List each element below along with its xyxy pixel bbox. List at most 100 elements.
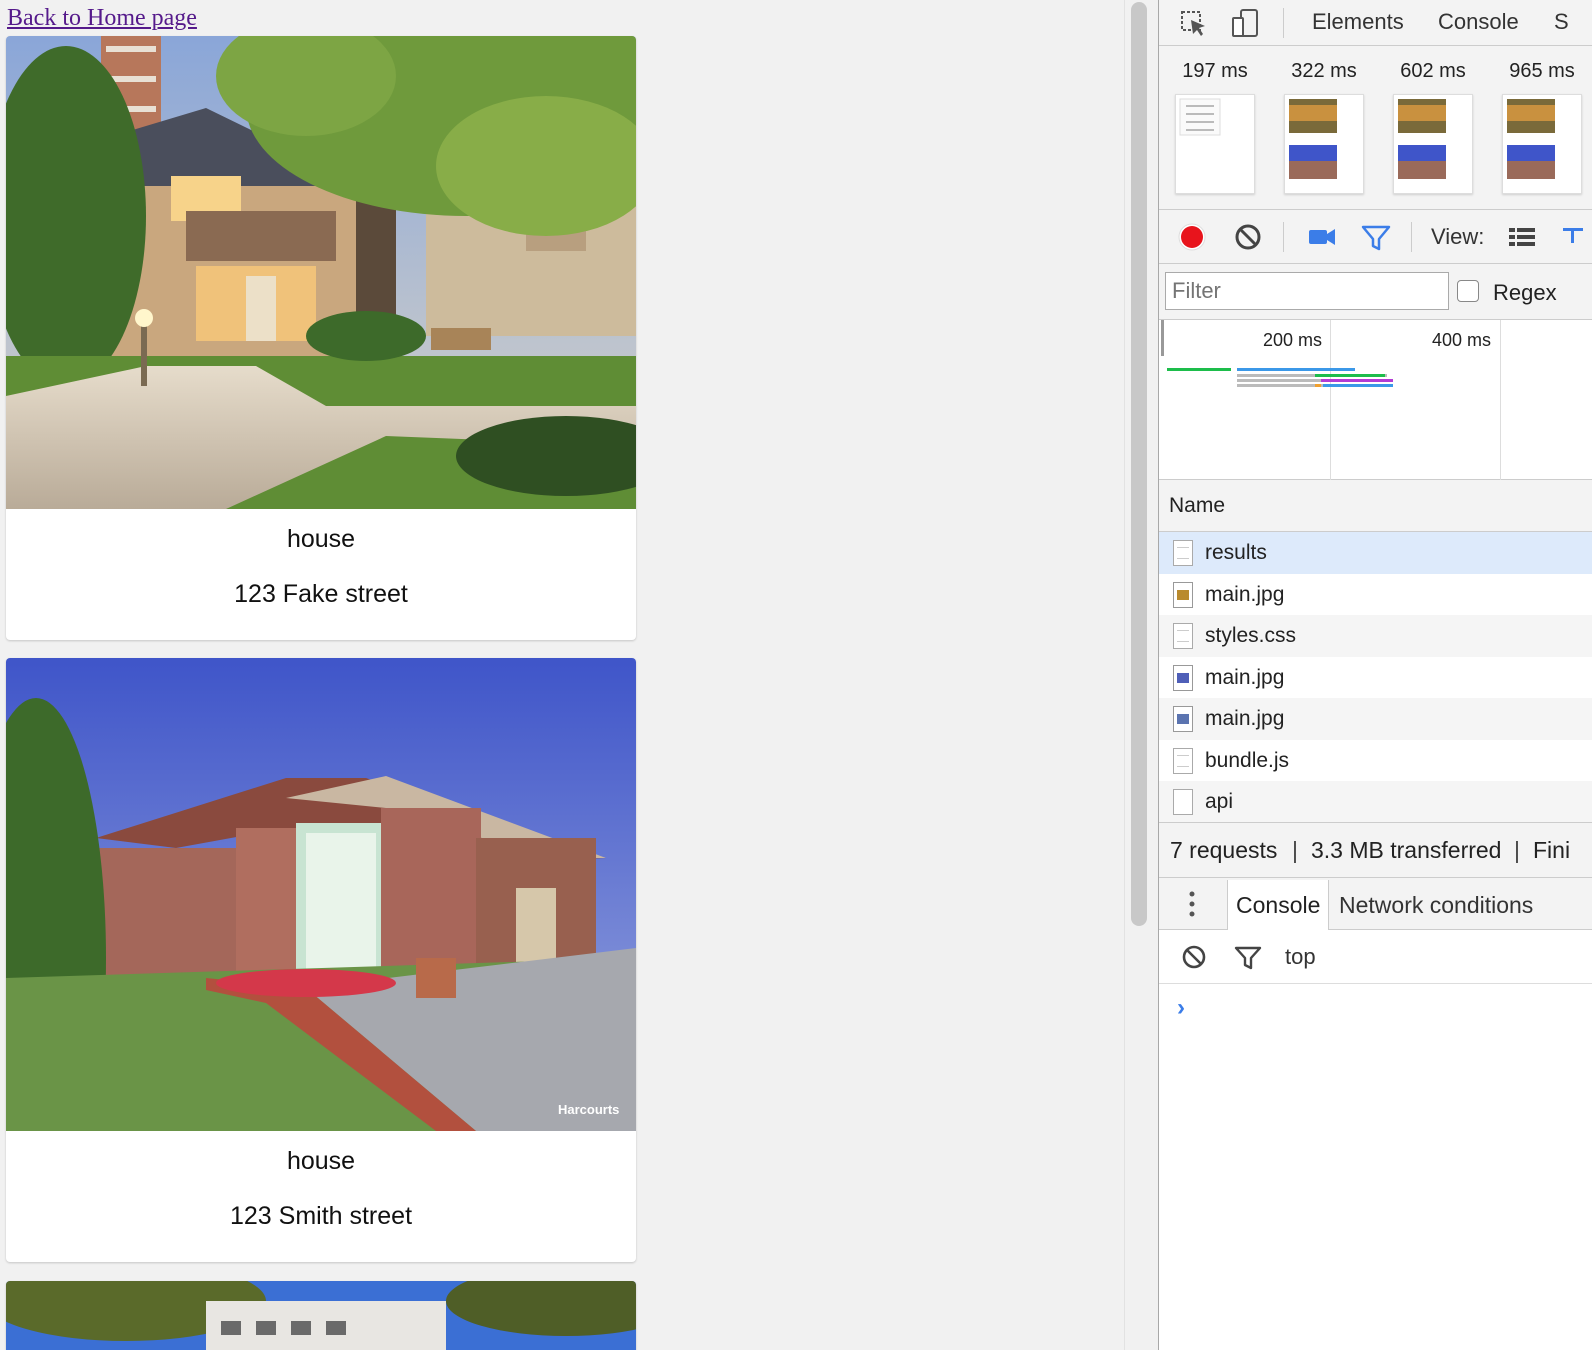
network-overview[interactable]: 200 ms 400 ms (1159, 320, 1592, 480)
screenshot-filmstrip: 197 ms 322 ms 602 ms 965 ms (1159, 46, 1592, 210)
filmstrip-frame[interactable]: 602 ms (1385, 46, 1481, 194)
view-label: View: (1431, 224, 1485, 249)
capture-screenshots-icon[interactable] (1305, 220, 1339, 254)
finish-time: Fini (1533, 837, 1571, 863)
frame-time: 602 ms (1400, 60, 1466, 82)
execution-context-select[interactable]: top (1285, 944, 1316, 970)
request-row[interactable]: api (1159, 781, 1592, 823)
filter-bar: Regex (1159, 264, 1592, 320)
request-name: main.jpg (1205, 582, 1285, 606)
requests-name-header[interactable]: Name (1159, 480, 1592, 532)
request-row[interactable]: main.jpg (1159, 574, 1592, 616)
filter-input[interactable] (1165, 272, 1449, 310)
console-filter-icon[interactable] (1233, 942, 1263, 972)
stylesheet-file-icon (1173, 623, 1193, 649)
request-row[interactable]: main.jpg (1159, 657, 1592, 699)
clear-console-icon[interactable] (1179, 942, 1209, 972)
request-name: styles.css (1205, 624, 1297, 647)
waterfall-bar (1323, 384, 1393, 387)
overview-tick: 200 ms (1263, 330, 1323, 350)
listing-card[interactable] (6, 1281, 636, 1350)
frame-time: 965 ms (1509, 60, 1575, 82)
toolbar-divider (1411, 222, 1412, 252)
listing-address: 123 Fake street (234, 580, 408, 608)
request-name: api (1205, 790, 1234, 813)
waterfall-bar (1167, 368, 1231, 371)
name-column-label: Name (1169, 494, 1226, 517)
regex-checkbox[interactable] (1457, 280, 1479, 302)
large-rows-icon[interactable] (1505, 220, 1539, 254)
frame-thumbnail (1393, 94, 1473, 194)
device-toolbar-icon[interactable] (1229, 6, 1263, 40)
page-scrollbar[interactable] (1124, 0, 1158, 1350)
network-summary-bar: 7 requests | 3.3 MB transferred | Fini (1159, 822, 1592, 878)
devtools-tabbar: Elements Console S (1159, 0, 1592, 46)
toolbar-divider (1283, 222, 1284, 252)
inspect-element-icon[interactable] (1177, 6, 1211, 40)
back-to-home-link[interactable]: Back to Home page (7, 6, 197, 30)
tab-elements[interactable]: Elements (1312, 9, 1404, 35)
frame-thumbnail (1175, 94, 1255, 194)
overview-gridline (1500, 320, 1501, 480)
overview-cursor (1161, 320, 1164, 356)
overview-tick: 400 ms (1432, 330, 1492, 350)
listing-photo-house-evening (6, 36, 636, 509)
photo-watermark: Harcourts (558, 1102, 619, 1117)
request-row[interactable]: results (1159, 532, 1592, 574)
transferred-size: 3.3 MB transferred (1311, 837, 1502, 863)
blank-file-icon (1173, 789, 1193, 815)
clear-icon[interactable] (1231, 220, 1265, 254)
tab-sources[interactable]: S (1554, 9, 1569, 35)
devtools-panel: Elements Console S 197 ms 322 ms 602 ms … (1158, 0, 1592, 1350)
frame-thumbnail (1502, 94, 1582, 194)
tab-console[interactable]: Console (1438, 9, 1519, 35)
drawer-tab-console[interactable]: Console (1227, 880, 1330, 930)
listing-title: house (286, 525, 356, 553)
image-file-icon (1173, 664, 1193, 691)
image-file-icon (1173, 581, 1193, 608)
network-toolbar: View: (1159, 210, 1592, 264)
filmstrip-frame[interactable]: 322 ms (1276, 46, 1372, 194)
toolbar-divider (1283, 8, 1284, 38)
image-file-icon (1173, 706, 1193, 732)
request-row[interactable]: main.jpg (1159, 698, 1592, 740)
script-file-icon (1173, 747, 1193, 774)
overview-gridline (1330, 320, 1331, 480)
listing-photo-building (6, 1281, 636, 1350)
summary-separator: | (1292, 837, 1298, 863)
frame-time: 322 ms (1291, 60, 1357, 82)
request-count: 7 requests (1170, 837, 1278, 863)
listing-title: house (286, 1147, 356, 1175)
regex-label: Regex (1493, 280, 1557, 305)
more-tabs-icon[interactable] (1189, 890, 1195, 918)
waterfall-bar (1237, 368, 1355, 371)
frame-thumbnail (1284, 94, 1364, 194)
request-row[interactable]: bundle.js (1159, 740, 1592, 782)
document-file-icon (1173, 540, 1193, 566)
listing-card[interactable]: house 123 Fake street (6, 36, 636, 640)
request-name: bundle.js (1205, 748, 1290, 772)
drawer-tab-network-conditions[interactable]: Network conditions (1331, 880, 1541, 930)
request-name: main.jpg (1205, 665, 1285, 689)
page-scrollbar-thumb[interactable] (1131, 2, 1147, 926)
listing-card[interactable]: Harcourts house 123 Smith street (6, 658, 636, 1262)
listing-photo-brick-house: Harcourts (6, 658, 636, 1131)
page-viewport: Back to Home page house 123 Fake street … (0, 0, 1124, 1350)
filmstrip-frame[interactable]: 197 ms (1167, 46, 1263, 194)
requests-list: results main.jpg styles.css main.jpg mai… (1159, 532, 1592, 823)
waterfall-bar (1315, 374, 1385, 377)
request-row[interactable]: styles.css (1159, 615, 1592, 657)
frame-time: 197 ms (1182, 60, 1248, 82)
request-name: main.jpg (1205, 707, 1285, 730)
filter-icon[interactable] (1359, 220, 1393, 254)
drawer-tabbar: Console Network conditions (1159, 878, 1592, 930)
request-name: results (1205, 541, 1267, 564)
waterfall-bar (1315, 384, 1321, 387)
console-toolbar: top (1159, 930, 1592, 984)
summary-separator: | (1514, 837, 1520, 863)
filmstrip-frame[interactable]: 965 ms (1494, 46, 1590, 194)
overview-icon[interactable] (1557, 220, 1591, 254)
record-icon[interactable] (1175, 220, 1209, 254)
console-prompt-icon[interactable]: › (1177, 994, 1185, 1022)
waterfall-bar (1321, 379, 1393, 382)
